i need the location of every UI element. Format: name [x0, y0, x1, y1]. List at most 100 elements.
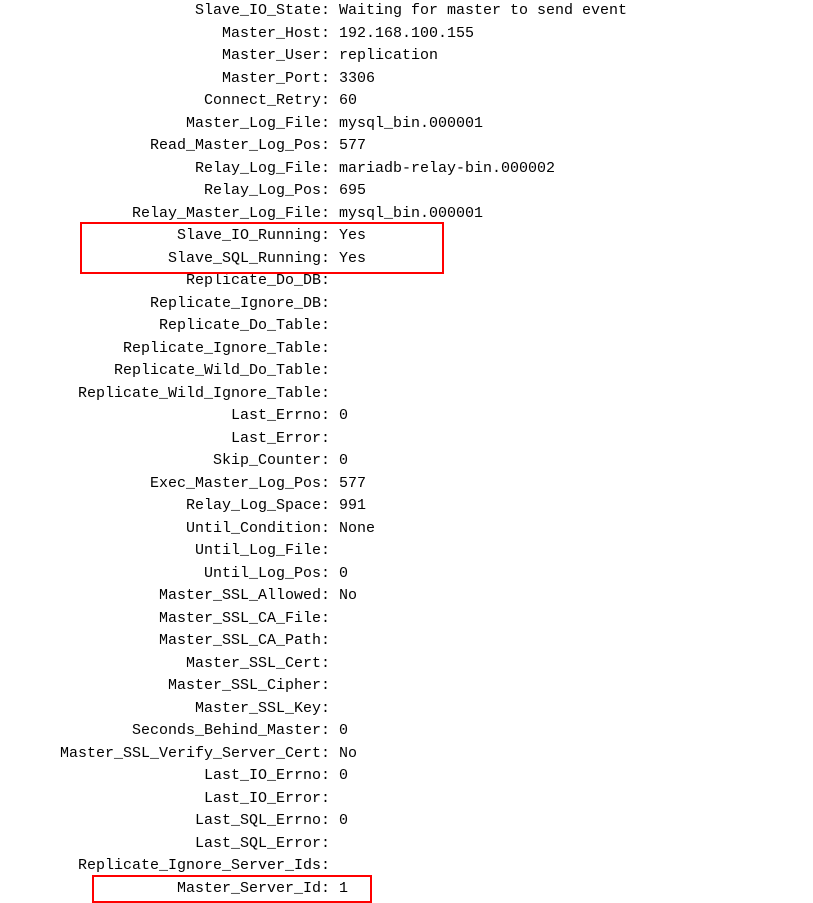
status-label: Seconds_Behind_Master:: [0, 720, 330, 743]
status-label: Master_Log_File:: [0, 113, 330, 136]
status-row: Relay_Log_File:mariadb-relay-bin.000002: [0, 158, 813, 181]
status-row: Last_Errno:0: [0, 405, 813, 428]
status-label: Until_Log_Pos:: [0, 563, 330, 586]
status-row: Last_Error:: [0, 428, 813, 451]
status-value: 3306: [330, 68, 375, 91]
status-label: Master_User:: [0, 45, 330, 68]
status-label: Connect_Retry:: [0, 90, 330, 113]
status-row: Replicate_Do_DB:: [0, 270, 813, 293]
status-row: Connect_Retry:60: [0, 90, 813, 113]
status-row: Master_SSL_CA_File:: [0, 608, 813, 631]
status-value: 0: [330, 405, 348, 428]
status-value: 0: [330, 810, 348, 833]
status-row: Master_User:replication: [0, 45, 813, 68]
status-value: [330, 698, 339, 721]
status-value: Yes: [330, 248, 366, 271]
status-row: Relay_Log_Space:991: [0, 495, 813, 518]
status-value: 1: [330, 878, 348, 901]
status-label: Replicate_Wild_Ignore_Table:: [0, 383, 330, 406]
status-label: Slave_IO_Running:: [0, 225, 330, 248]
status-label: Relay_Log_File:: [0, 158, 330, 181]
status-row: Exec_Master_Log_Pos:577: [0, 473, 813, 496]
status-value: mysql_bin.000001: [330, 203, 483, 226]
status-label: Last_SQL_Errno:: [0, 810, 330, 833]
status-row: Last_SQL_Errno:0: [0, 810, 813, 833]
status-label: Master_SSL_Verify_Server_Cert:: [0, 743, 330, 766]
status-row: Master_Port:3306: [0, 68, 813, 91]
replication-status-output: Slave_IO_State:Waiting for master to sen…: [0, 0, 813, 900]
status-row: Slave_IO_Running:Yes: [0, 225, 813, 248]
status-label: Master_Port:: [0, 68, 330, 91]
status-label: Replicate_Ignore_Table:: [0, 338, 330, 361]
status-value: 991: [330, 495, 366, 518]
status-value: 0: [330, 720, 348, 743]
status-row: Master_SSL_Cert:: [0, 653, 813, 676]
status-row: Seconds_Behind_Master:0: [0, 720, 813, 743]
status-label: Last_IO_Errno:: [0, 765, 330, 788]
status-value: 0: [330, 765, 348, 788]
status-label: Slave_SQL_Running:: [0, 248, 330, 271]
status-value: None: [330, 518, 375, 541]
status-row: Last_SQL_Error:: [0, 833, 813, 856]
status-label: Master_Server_Id:: [0, 878, 330, 901]
status-row: Relay_Log_Pos:695: [0, 180, 813, 203]
status-value: [330, 428, 339, 451]
status-label: Replicate_Ignore_DB:: [0, 293, 330, 316]
status-value: 695: [330, 180, 366, 203]
status-row: Slave_SQL_Running:Yes: [0, 248, 813, 271]
status-label: Master_SSL_Cert:: [0, 653, 330, 676]
status-row: Master_Host:192.168.100.155: [0, 23, 813, 46]
status-row: Read_Master_Log_Pos:577: [0, 135, 813, 158]
status-label: Last_IO_Error:: [0, 788, 330, 811]
status-label: Relay_Master_Log_File:: [0, 203, 330, 226]
status-value: [330, 540, 339, 563]
status-label: Relay_Log_Space:: [0, 495, 330, 518]
status-label: Replicate_Do_Table:: [0, 315, 330, 338]
status-value: [330, 630, 339, 653]
status-row: Replicate_Ignore_DB:: [0, 293, 813, 316]
status-value: [330, 315, 339, 338]
status-label: Skip_Counter:: [0, 450, 330, 473]
status-row: Until_Log_Pos:0: [0, 563, 813, 586]
status-label: Last_SQL_Error:: [0, 833, 330, 856]
status-row: Relay_Master_Log_File:mysql_bin.000001: [0, 203, 813, 226]
status-value: Waiting for master to send event: [330, 0, 627, 23]
status-value: 0: [330, 563, 348, 586]
status-value: [330, 293, 339, 316]
status-row: Replicate_Wild_Do_Table:: [0, 360, 813, 383]
status-value: [330, 360, 339, 383]
status-row: Master_SSL_Verify_Server_Cert:No: [0, 743, 813, 766]
status-value: mysql_bin.000001: [330, 113, 483, 136]
status-label: Until_Log_File:: [0, 540, 330, 563]
status-row: Last_IO_Error:: [0, 788, 813, 811]
status-value: [330, 653, 339, 676]
status-value: [330, 270, 339, 293]
status-label: Master_SSL_Allowed:: [0, 585, 330, 608]
status-label: Exec_Master_Log_Pos:: [0, 473, 330, 496]
status-row: Replicate_Do_Table:: [0, 315, 813, 338]
status-label: Master_SSL_Key:: [0, 698, 330, 721]
status-value: 192.168.100.155: [330, 23, 474, 46]
status-row: Until_Condition:None: [0, 518, 813, 541]
status-value: mariadb-relay-bin.000002: [330, 158, 555, 181]
status-label: Last_Errno:: [0, 405, 330, 428]
status-value: [330, 675, 339, 698]
status-label: Replicate_Ignore_Server_Ids:: [0, 855, 330, 878]
status-label: Master_Host:: [0, 23, 330, 46]
status-label: Replicate_Wild_Do_Table:: [0, 360, 330, 383]
status-row: Master_Log_File:mysql_bin.000001: [0, 113, 813, 136]
status-row: Skip_Counter:0: [0, 450, 813, 473]
status-row: Last_IO_Errno:0: [0, 765, 813, 788]
status-row: Master_Server_Id:1: [0, 878, 813, 901]
status-value: [330, 855, 339, 878]
status-label: Master_SSL_Cipher:: [0, 675, 330, 698]
status-label: Master_SSL_CA_Path:: [0, 630, 330, 653]
status-row: Replicate_Ignore_Table:: [0, 338, 813, 361]
status-row: Master_SSL_Cipher:: [0, 675, 813, 698]
status-value: [330, 608, 339, 631]
status-value: No: [330, 743, 357, 766]
status-value: No: [330, 585, 357, 608]
status-label: Relay_Log_Pos:: [0, 180, 330, 203]
status-row: Replicate_Ignore_Server_Ids:: [0, 855, 813, 878]
status-row: Master_SSL_CA_Path:: [0, 630, 813, 653]
